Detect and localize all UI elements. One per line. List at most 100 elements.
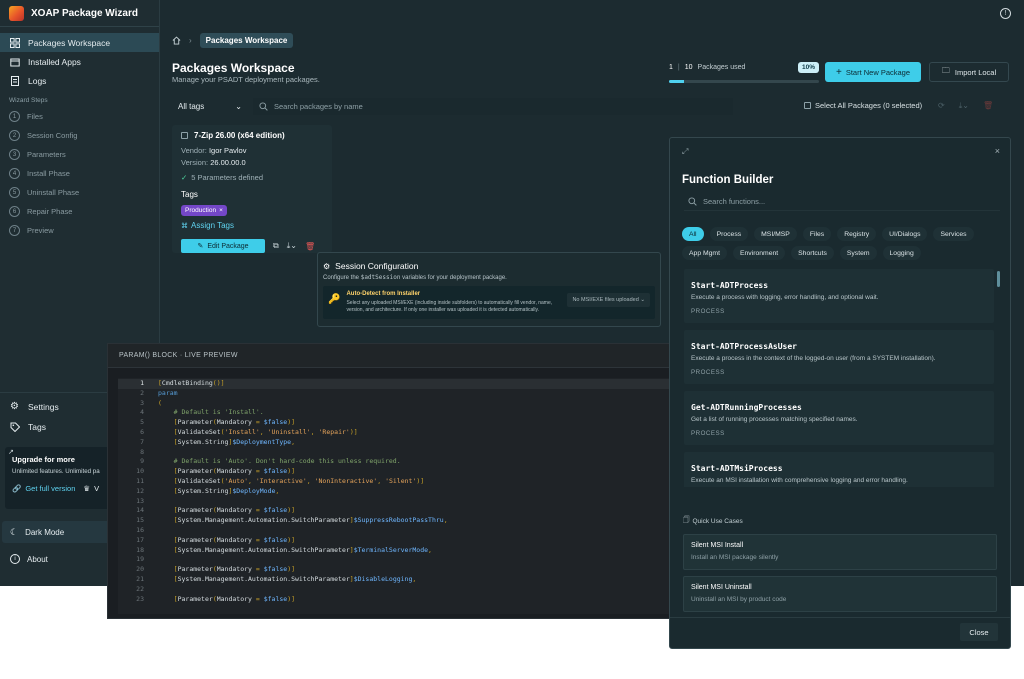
category-chip[interactable]: All bbox=[682, 227, 704, 241]
category-chip[interactable]: App Mgmt bbox=[682, 246, 727, 260]
code-line[interactable]: 16 bbox=[118, 526, 672, 536]
code-line[interactable]: 22 bbox=[118, 585, 672, 595]
function-search-input[interactable]: Search functions... bbox=[684, 193, 1000, 211]
search-icon bbox=[259, 102, 268, 111]
code-line[interactable]: 10 [Parameter(Mandatory = $false)] bbox=[118, 467, 672, 477]
assign-tags-link[interactable]: ⌘ Assign Tags bbox=[181, 221, 323, 230]
import-local-button[interactable]: 🗀 Import Local bbox=[929, 62, 1009, 82]
nav-about[interactable]: i About bbox=[10, 554, 48, 564]
wizard-step[interactable]: 5 Uninstall Phase bbox=[0, 183, 159, 202]
code-editor[interactable]: 1 [CmdletBinding()] 2 param 3(4 # Default is… bbox=[118, 378, 672, 614]
nav-installed-apps[interactable]: Installed Apps bbox=[0, 52, 159, 71]
quick-use-case[interactable]: Silent MSI Uninstall Uninstall an MSI by… bbox=[683, 576, 997, 612]
function-card[interactable]: Start-ADTMsiProcess Execute an MSI instal… bbox=[684, 452, 994, 487]
wizard-step[interactable]: 4 Install Phase bbox=[0, 164, 159, 183]
function-card[interactable]: Start-ADTProcess Execute a process with l… bbox=[684, 269, 994, 323]
button-label: Edit Package bbox=[207, 242, 249, 250]
close-icon[interactable]: × bbox=[995, 146, 1000, 156]
code-line[interactable]: 14 [Parameter(Mandatory = $false)] bbox=[118, 506, 672, 516]
code-line[interactable]: 23 [Parameter(Mandatory = $false)] bbox=[118, 595, 672, 605]
wizard-step[interactable]: 7 Preview bbox=[0, 221, 159, 240]
download-icon[interactable]: ⤓⌄ bbox=[959, 101, 969, 111]
usage-progress-bar bbox=[669, 80, 819, 83]
category-chip[interactable]: System bbox=[839, 246, 877, 260]
nav-logs[interactable]: Logs bbox=[0, 71, 159, 90]
select-all-checkbox[interactable]: Select All Packages (0 selected) bbox=[804, 101, 922, 110]
nav-packages-workspace[interactable]: Packages Workspace bbox=[0, 33, 159, 52]
wizard-step[interactable]: 1 Files bbox=[0, 107, 159, 126]
refresh-icon[interactable]: ⟳ bbox=[938, 101, 945, 111]
edit-package-button[interactable]: ✎ Edit Package bbox=[181, 239, 265, 253]
code-line[interactable]: 19 bbox=[118, 555, 672, 565]
category-chip[interactable]: Logging bbox=[882, 246, 921, 260]
line-number: 13 bbox=[136, 496, 144, 505]
line-number: 6 bbox=[140, 428, 144, 436]
panel-title: Function Builder bbox=[682, 174, 774, 186]
package-checkbox[interactable] bbox=[181, 132, 188, 139]
category-chip[interactable]: Process bbox=[709, 227, 749, 241]
package-search-input[interactable]: Search packages by name bbox=[253, 98, 733, 115]
tags-label: Tags bbox=[181, 190, 198, 199]
start-new-package-button[interactable]: + Start New Package bbox=[825, 62, 921, 82]
code-line[interactable]: 2 param bbox=[118, 389, 672, 399]
code-line[interactable]: 8 bbox=[118, 448, 672, 458]
help-icon[interactable]: ! bbox=[1000, 8, 1011, 19]
code-line[interactable]: 15 [System.Management.Automation.SwitchP… bbox=[118, 516, 672, 526]
close-button[interactable]: Close bbox=[960, 623, 998, 641]
quick-use-case[interactable]: Silent MSI Install Install an MSI packag… bbox=[683, 534, 997, 570]
close-icon[interactable]: × bbox=[219, 207, 223, 214]
download-icon[interactable]: ⤓⌄ bbox=[287, 241, 297, 251]
code-line[interactable]: 4 # Default is 'Install'. bbox=[118, 408, 672, 418]
wizard-step[interactable]: 3 Parameters bbox=[0, 145, 159, 164]
category-chip[interactable]: MSI/MSP bbox=[754, 227, 797, 241]
code-line[interactable]: 12 [System.String]$DeployMode, bbox=[118, 487, 672, 497]
wizard-steps: 1 Files 2 Session Config 3 Parameters 4 Install… bbox=[0, 107, 159, 240]
category-chip[interactable]: Registry bbox=[837, 227, 877, 241]
code-line[interactable]: 18 [System.Management.Automation.SwitchP… bbox=[118, 546, 672, 556]
moon-icon: ☾ bbox=[10, 526, 19, 537]
code-line[interactable]: 20 [Parameter(Mandatory = $false)] bbox=[118, 565, 672, 575]
function-card[interactable]: Get-ADTRunningProcesses Get a list of run… bbox=[684, 391, 994, 445]
dark-mode-toggle[interactable]: ☾ Dark Mode bbox=[2, 521, 115, 543]
code-line[interactable]: 6 [ValidateSet('Install', 'Uninstall', '… bbox=[118, 428, 672, 438]
category-chip[interactable]: Environment bbox=[732, 246, 786, 260]
package-card[interactable]: 7-Zip 26.00 (x64 edition) Vendor: Igor P… bbox=[172, 125, 332, 253]
code-line[interactable]: 3( bbox=[118, 399, 672, 409]
scrollbar[interactable] bbox=[997, 271, 1000, 287]
code-line[interactable]: 7 [System.String]$DeploymentType, bbox=[118, 438, 672, 448]
upgrade-title: Upgrade for more bbox=[12, 455, 75, 464]
category-chip[interactable]: Services bbox=[933, 227, 974, 241]
code-line[interactable]: 17 [Parameter(Mandatory = $false)] bbox=[118, 536, 672, 546]
code-text: [Parameter(Mandatory = $false)] bbox=[173, 565, 296, 574]
category-chip[interactable]: Shortcuts bbox=[791, 246, 834, 260]
copy-icon[interactable]: ⧉ bbox=[273, 241, 279, 251]
code-line[interactable]: 21 [System.Management.Automation.SwitchP… bbox=[118, 575, 672, 585]
gear-icon: ⚙ bbox=[10, 400, 19, 412]
trash-icon[interactable]: 🗑 bbox=[305, 242, 315, 251]
search-placeholder: Search packages by name bbox=[274, 102, 363, 111]
tag-filter-select[interactable]: All tags ⌄ bbox=[172, 98, 248, 115]
trash-icon[interactable]: 🗑 bbox=[983, 101, 993, 111]
home-icon[interactable] bbox=[172, 36, 181, 45]
expand-icon[interactable]: ⤢ bbox=[682, 147, 688, 157]
code-text: [Parameter(Mandatory = $false)] bbox=[173, 506, 296, 515]
code-line[interactable]: 5 [Parameter(Mandatory = $false)] bbox=[118, 418, 672, 428]
wizard-step[interactable]: 6 Repair Phase bbox=[0, 202, 159, 221]
checkbox[interactable] bbox=[804, 102, 811, 109]
get-full-version-link[interactable]: 🔗 Get full version ♛ V bbox=[12, 484, 108, 493]
step-number: 5 bbox=[9, 187, 20, 198]
code-line[interactable]: 9 # Default is 'Auto'. Don't hard-code t… bbox=[118, 457, 672, 467]
line-number: 16 bbox=[136, 526, 144, 534]
function-card[interactable]: Start-ADTProcessAsUser Execute a process … bbox=[684, 330, 994, 384]
wizard-step[interactable]: 2 Session Config bbox=[0, 126, 159, 145]
editor-title: PARAM() BLOCK · LIVE PREVIEW bbox=[108, 344, 674, 368]
step-number: 2 bbox=[9, 130, 20, 141]
category-chip[interactable]: Files bbox=[802, 227, 832, 241]
code-line[interactable]: 1 [CmdletBinding()] bbox=[118, 379, 672, 389]
installer-select[interactable]: No MSI/EXE files uploaded ⌄ bbox=[567, 293, 650, 307]
code-line[interactable]: 13 bbox=[118, 497, 672, 507]
category-chip[interactable]: UI/Dialogs bbox=[882, 227, 928, 241]
nav-label: Settings bbox=[28, 401, 59, 412]
code-line[interactable]: 11 [ValidateSet('Auto', 'Interactive', '… bbox=[118, 477, 672, 487]
breadcrumb-current[interactable]: Packages Workspace bbox=[199, 33, 294, 48]
